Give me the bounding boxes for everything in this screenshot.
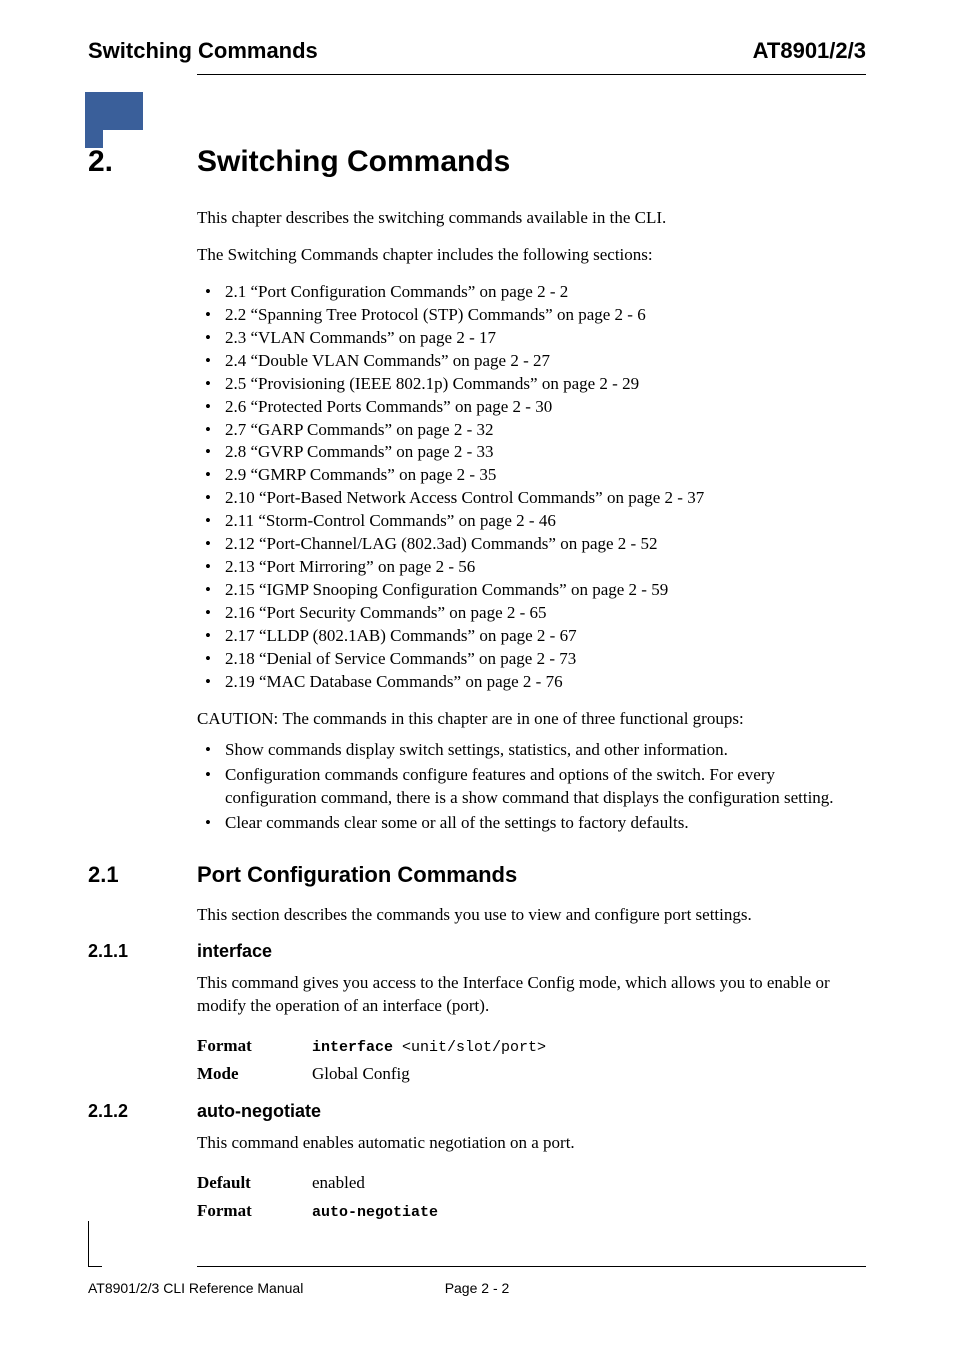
toc-item: 2.17 “LLDP (802.1AB) Commands” on page 2… (197, 625, 866, 648)
corner-decoration (85, 92, 143, 130)
caution-block: CAUTION: The commands in this chapter ar… (197, 708, 866, 731)
toc-item: 2.9 “GMRP Commands” on page 2 - 35 (197, 464, 866, 487)
subsection-number: 2.1.2 (0, 1101, 197, 1122)
mode-label: Mode (197, 1060, 312, 1087)
header-rule (197, 74, 866, 75)
chapter-intro-1: This chapter describes the switching com… (197, 207, 866, 230)
definition-table: Format interface <unit/slot/port> Mode G… (197, 1032, 866, 1087)
toc-item: 2.6 “Protected Ports Commands” on page 2… (197, 396, 866, 419)
section-2-1-2-heading: 2.1.2 auto-negotiate (0, 1101, 866, 1122)
format-label: Format (197, 1032, 312, 1060)
page-header: Switching Commands AT8901/2/3 (0, 0, 954, 64)
mode-value: Global Config (312, 1060, 866, 1087)
header-right: AT8901/2/3 (753, 38, 866, 64)
section-2-1-1-desc: This command gives you access to the Int… (197, 972, 866, 1018)
chapter-number: 2. (0, 145, 197, 179)
toc-item: 2.4 “Double VLAN Commands” on page 2 - 2… (197, 350, 866, 373)
chapter-intro-2: The Switching Commands chapter includes … (197, 244, 866, 267)
group-item: Clear commands clear some or all of the … (197, 812, 866, 835)
subsection-number: 2.1.1 (0, 941, 197, 962)
header-left: Switching Commands (88, 38, 318, 64)
default-label: Default (197, 1169, 312, 1196)
toc-item: 2.15 “IGMP Snooping Configuration Comman… (197, 579, 866, 602)
toc-item: 2.16 “Port Security Commands” on page 2 … (197, 602, 866, 625)
group-item: Show commands display switch settings, s… (197, 739, 866, 762)
subsection-title: interface (197, 941, 272, 962)
page-footer: AT8901/2/3 CLI Reference Manual Page 2 -… (88, 1280, 866, 1296)
toc-item: 2.1 “Port Configuration Commands” on pag… (197, 281, 866, 304)
section-2-1-1-heading: 2.1.1 interface (0, 941, 866, 962)
footer-page-number: Page 2 - 2 (88, 1280, 866, 1296)
toc-list: 2.1 “Port Configuration Commands” on pag… (197, 281, 866, 694)
subsection-title: auto-negotiate (197, 1101, 321, 1122)
toc-item: 2.3 “VLAN Commands” on page 2 - 17 (197, 327, 866, 350)
toc-item: 2.7 “GARP Commands” on page 2 - 32 (197, 419, 866, 442)
toc-item: 2.12 “Port-Channel/LAG (802.3ad) Command… (197, 533, 866, 556)
footer-rule (197, 1266, 866, 1267)
groups-list: Show commands display switch settings, s… (197, 739, 866, 835)
toc-item: 2.13 “Port Mirroring” on page 2 - 56 (197, 556, 866, 579)
caution-label: CAUTION: (197, 708, 282, 731)
chapter-title: Switching Commands (197, 145, 510, 179)
group-item: Configuration commands configure feature… (197, 764, 866, 810)
definition-table: Default enabled Format auto-negotiate (197, 1169, 866, 1224)
section-2-1-2-desc: This command enables automatic negotiati… (197, 1132, 866, 1155)
toc-item: 2.18 “Denial of Service Commands” on pag… (197, 648, 866, 671)
section-2-1-heading: 2.1 Port Configuration Commands (0, 862, 866, 888)
toc-item: 2.11 “Storm-Control Commands” on page 2 … (197, 510, 866, 533)
default-value: enabled (312, 1169, 866, 1196)
toc-item: 2.8 “GVRP Commands” on page 2 - 33 (197, 441, 866, 464)
footer-corner-mark (88, 1221, 102, 1267)
format-value: interface <unit/slot/port> (312, 1032, 866, 1060)
section-number: 2.1 (0, 862, 197, 888)
chapter-heading: 2. Switching Commands (0, 145, 866, 179)
toc-item: 2.5 “Provisioning (IEEE 802.1p) Commands… (197, 373, 866, 396)
toc-item: 2.10 “Port-Based Network Access Control … (197, 487, 866, 510)
toc-item: 2.19 “MAC Database Commands” on page 2 -… (197, 671, 866, 694)
caution-text: The commands in this chapter are in one … (282, 708, 866, 731)
toc-item: 2.2 “Spanning Tree Protocol (STP) Comman… (197, 304, 866, 327)
format-label: Format (197, 1197, 312, 1225)
section-2-1-desc: This section describes the commands you … (197, 904, 866, 927)
format-value: auto-negotiate (312, 1197, 866, 1225)
section-title: Port Configuration Commands (197, 862, 517, 888)
